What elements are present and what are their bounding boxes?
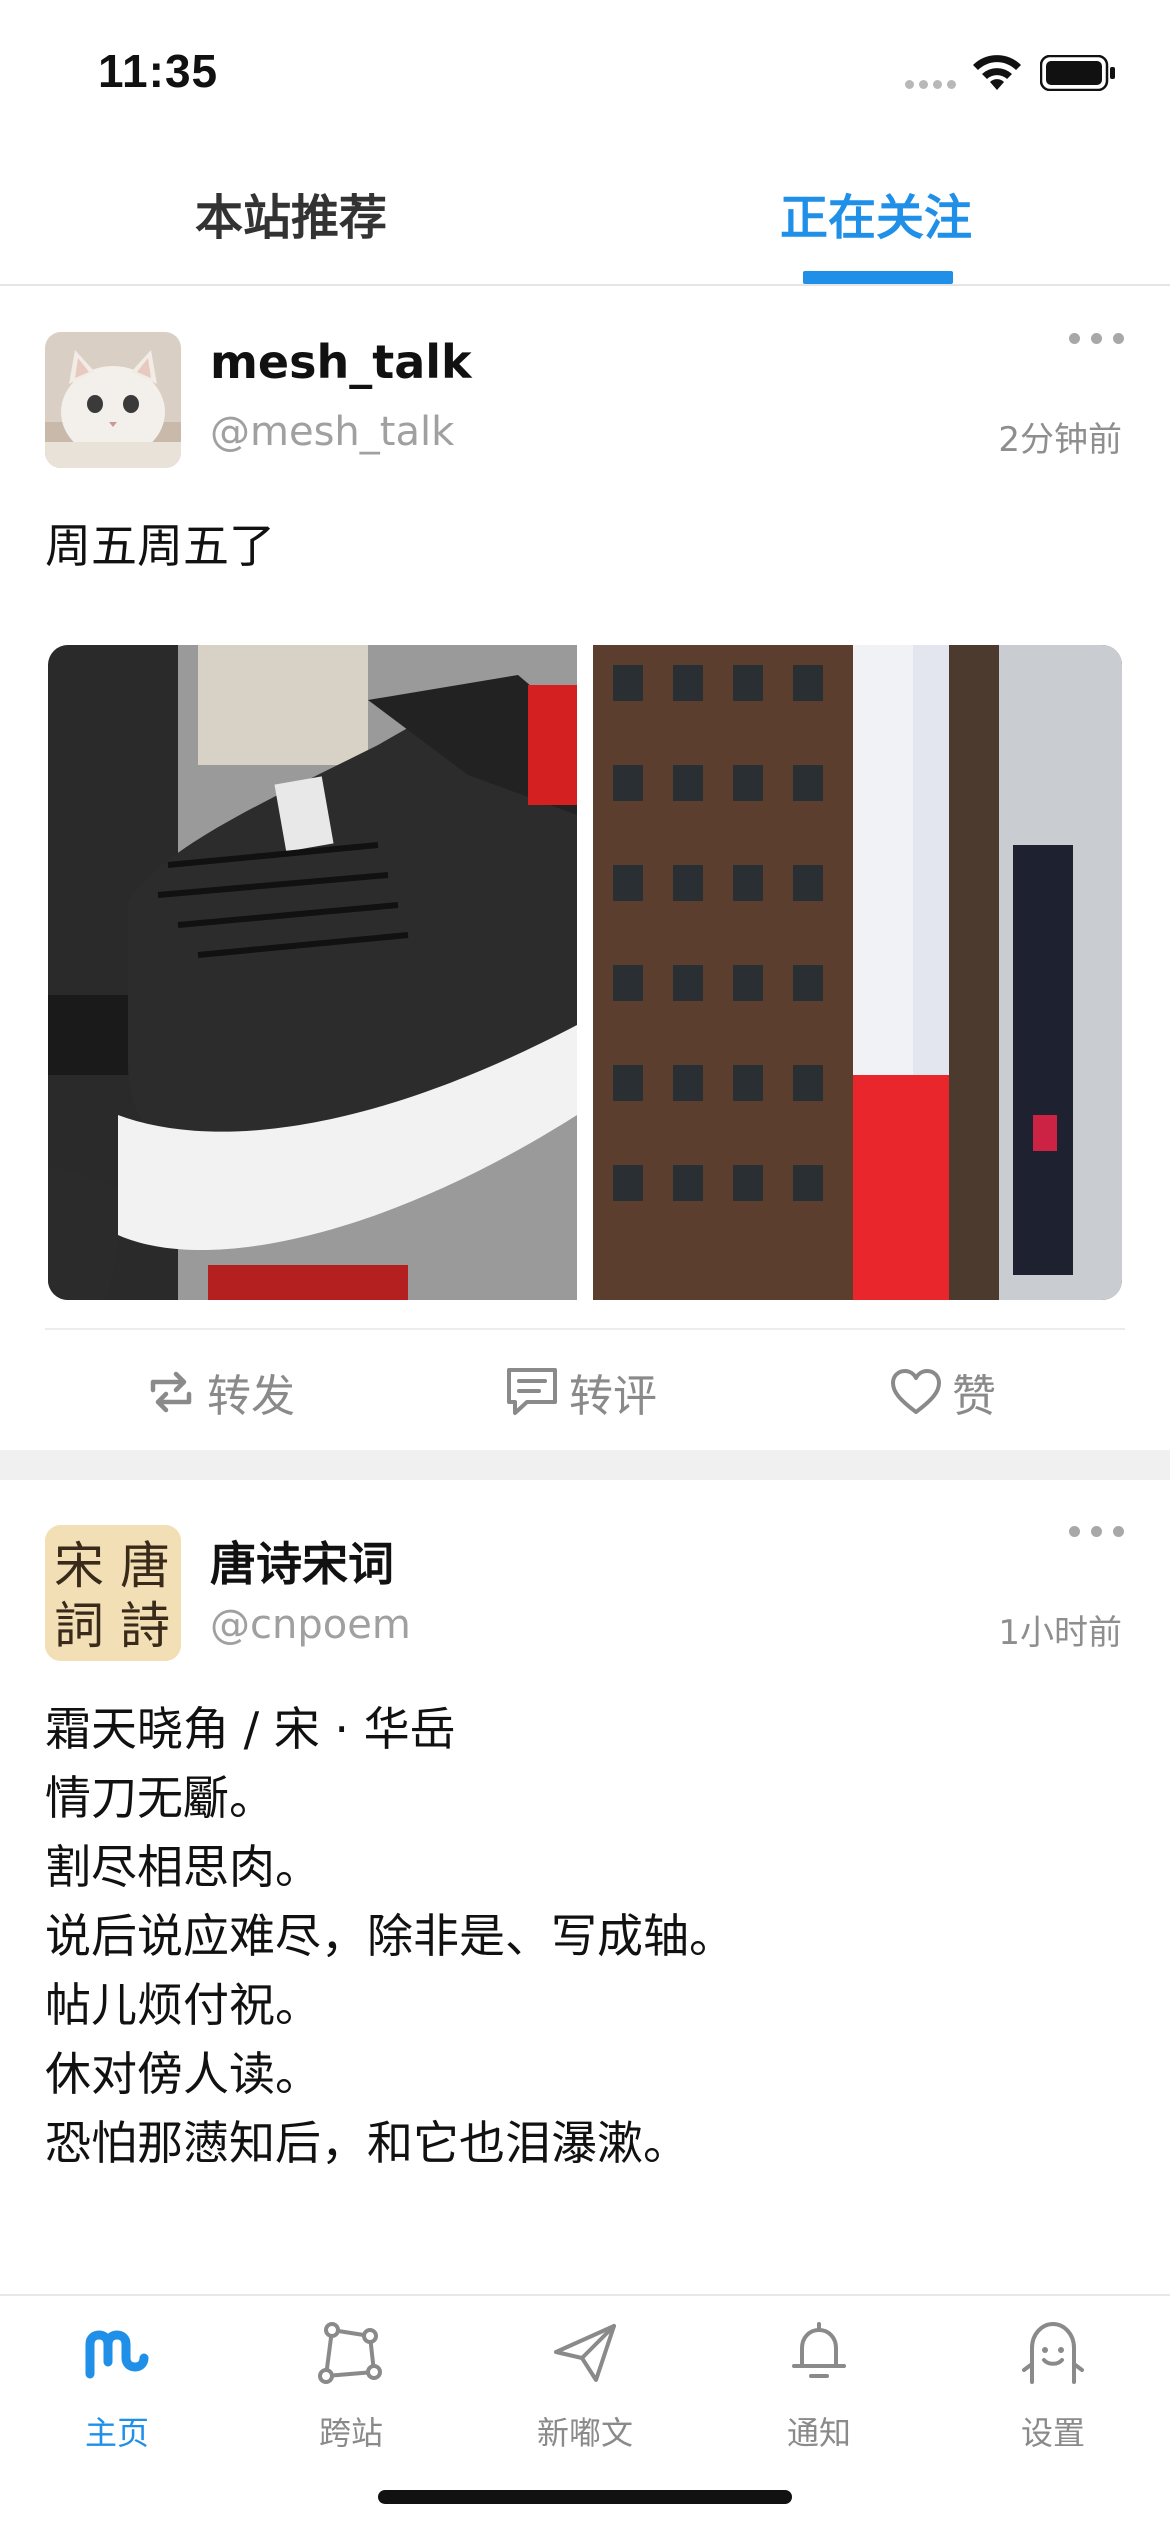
- nav-home[interactable]: 主页: [0, 2296, 234, 2476]
- post-card[interactable]: mesh_talk @mesh_talk 2分钟前 周五周五了 转发 转评 赞: [0, 287, 1170, 1450]
- app-screen: 11:35 本站推荐 正在关注 mesh_talk @mesh_talk 2分钟…: [0, 0, 1170, 2532]
- media-image-sneaker[interactable]: [48, 645, 577, 1300]
- tab-recommended[interactable]: 本站推荐: [195, 178, 387, 248]
- repost-icon: [150, 1371, 192, 1413]
- like-button[interactable]: 赞: [890, 1360, 996, 1424]
- repost-button[interactable]: 转发: [145, 1360, 295, 1424]
- heart-icon: [891, 1369, 941, 1414]
- svg-text:詩: 詩: [120, 1597, 170, 1655]
- comment-icon: [507, 1368, 557, 1415]
- more-options-icon[interactable]: [1069, 1526, 1125, 1540]
- post-action-bar: 转发 转评 赞: [45, 1328, 1125, 1450]
- media-image-building[interactable]: [593, 645, 1122, 1300]
- post-media-gallery: [48, 645, 1122, 1300]
- svg-text:詞: 詞: [54, 1597, 104, 1655]
- battery-icon: [1040, 55, 1115, 91]
- display-name[interactable]: mesh_talk: [210, 335, 472, 389]
- like-label: 赞: [952, 1371, 996, 1422]
- cat-avatar-image: [45, 332, 181, 468]
- post-timestamp: 1小时前: [998, 1613, 1122, 1653]
- repost-label: 转发: [207, 1371, 295, 1422]
- nav-home-label: 主页: [84, 2414, 149, 2452]
- nav-settings[interactable]: 设置: [936, 2296, 1170, 2476]
- quote-comment-label: 转评: [569, 1371, 657, 1422]
- display-name[interactable]: 唐诗宋词: [210, 1528, 394, 1594]
- network-icon: [318, 2322, 382, 2384]
- paper-plane-icon: [554, 2324, 616, 2382]
- profile-face-icon: [1022, 2321, 1084, 2384]
- bell-icon: [792, 2322, 846, 2378]
- wifi-icon: [973, 55, 1021, 90]
- timeline-feed: mesh_talk @mesh_talk 2分钟前 周五周五了 转发 转评 赞 …: [0, 287, 1170, 2300]
- nav-compose-label: 新嘟文: [536, 2414, 633, 2452]
- more-options-icon[interactable]: [1069, 333, 1125, 347]
- user-handle[interactable]: @cnpoem: [210, 1602, 411, 1648]
- post-content: 霜天晓角 / 宋 · 华岳 情刀无斸。 割尽相思肉。 说后说应难尽，除非是、写成…: [45, 1702, 735, 2170]
- home-indicator[interactable]: [378, 2490, 792, 2504]
- cellular-signal-icon: [905, 80, 956, 89]
- timeline-tabs: 本站推荐 正在关注: [0, 140, 1170, 286]
- user-handle[interactable]: @mesh_talk: [210, 409, 454, 455]
- active-tab-indicator: [803, 271, 953, 284]
- avatar[interactable]: [45, 332, 181, 468]
- mastodon-logo-icon: [85, 2330, 149, 2379]
- nav-notifications-label: 通知: [786, 2414, 851, 2452]
- nav-compose[interactable]: 新嘟文: [468, 2296, 702, 2476]
- status-time: 11:35: [98, 45, 219, 97]
- avatar[interactable]: 宋 唐 詞 詩: [45, 1525, 181, 1661]
- post-card[interactable]: 宋 唐 詞 詩 唐诗宋词 @cnpoem 1小时前 霜天晓角 / 宋 · 华岳 …: [0, 1480, 1170, 2300]
- nav-settings-label: 设置: [1020, 2414, 1085, 2452]
- post-content: 周五周五了: [45, 519, 275, 573]
- nav-notifications[interactable]: 通知: [702, 2296, 936, 2476]
- svg-text:唐: 唐: [120, 1537, 170, 1595]
- nav-federated[interactable]: 跨站: [234, 2296, 468, 2476]
- svg-text:宋: 宋: [54, 1537, 104, 1595]
- post-separator: [0, 1450, 1170, 1480]
- status-bar: 11:35: [0, 0, 1170, 140]
- quote-comment-button[interactable]: 转评: [505, 1360, 657, 1424]
- nav-federated-label: 跨站: [318, 2414, 383, 2452]
- post-timestamp: 2分钟前: [998, 420, 1122, 460]
- calligraphy-avatar-image: 宋 唐 詞 詩: [45, 1525, 181, 1661]
- tab-following[interactable]: 正在关注: [780, 178, 972, 248]
